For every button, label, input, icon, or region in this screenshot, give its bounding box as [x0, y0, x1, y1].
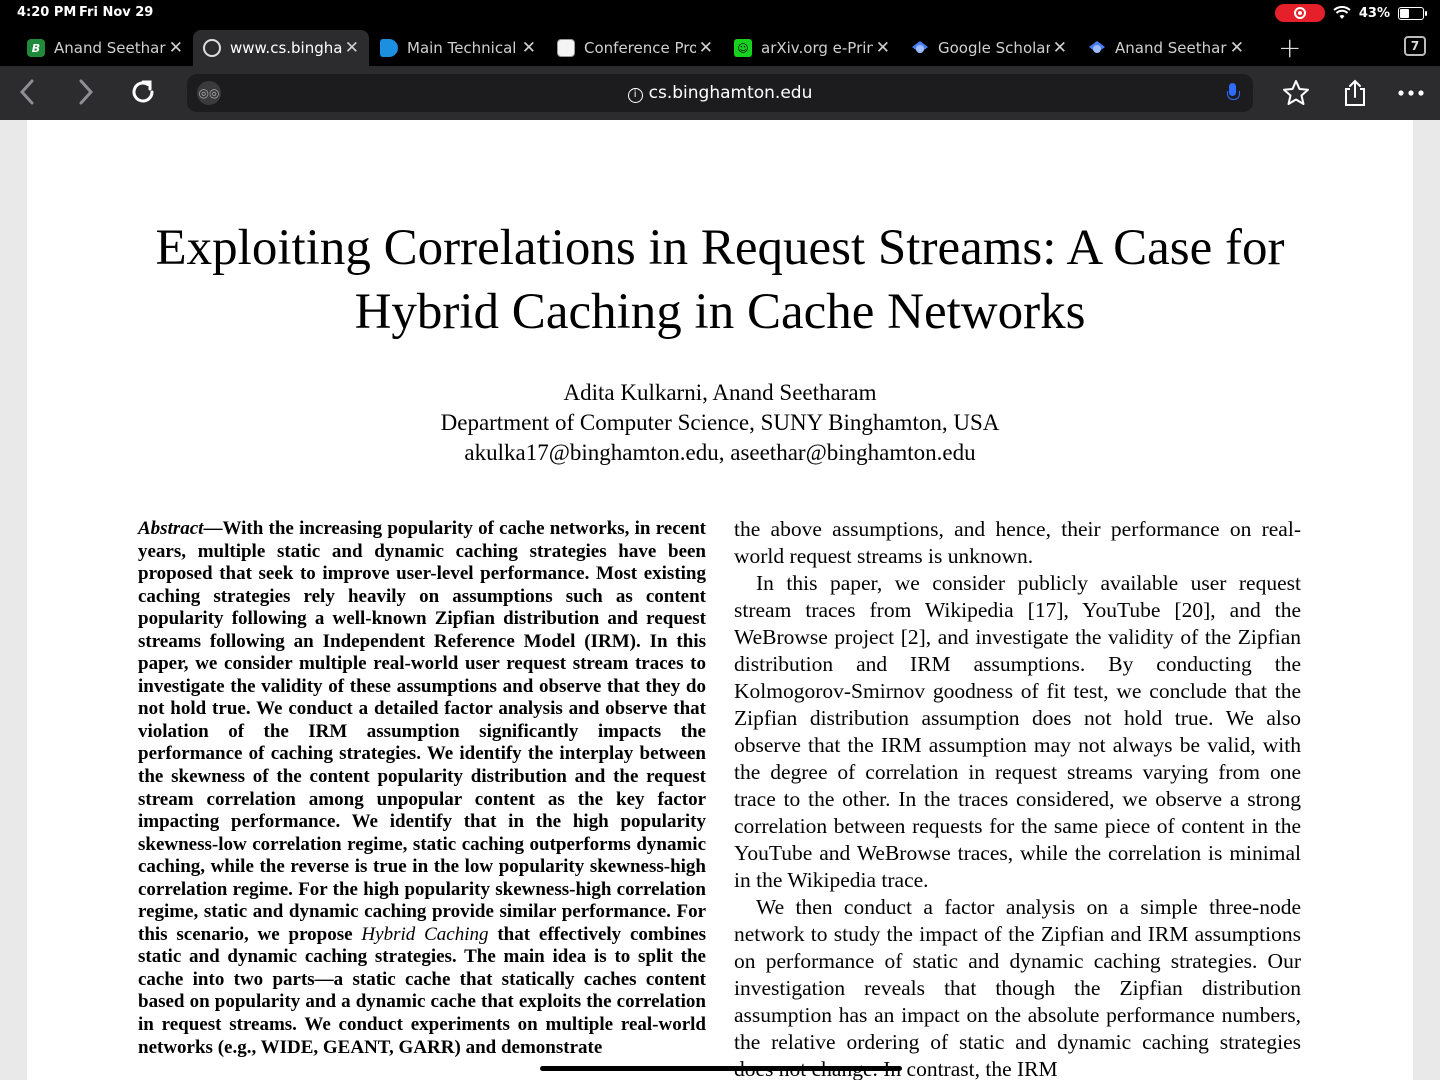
pdf-page: Exploiting Correlations in Request Strea… [27, 120, 1413, 1080]
tab-count-button[interactable]: 7 [1404, 36, 1426, 56]
tab-title: Anand Seetharam [54, 39, 166, 57]
globe-icon [203, 39, 221, 57]
tab-title: Anand Seetharam [1115, 39, 1227, 57]
browser-toolbar: ◎◎ i cs.binghamton.edu [0, 66, 1440, 120]
author-emails: akulka17@binghamton.edu, aseethar@bingha… [464, 440, 976, 465]
abstract-text: —With the increasing popularity of cache… [138, 518, 706, 945]
battery-fill [1400, 8, 1409, 18]
tab-google-scholar[interactable]: Google Scholar ✕ [901, 30, 1077, 66]
bookmark-star-button[interactable] [1281, 78, 1311, 108]
back-button[interactable] [13, 77, 43, 107]
tab-main-technical[interactable]: Main Technical Program ✕ [370, 30, 546, 66]
b-logo-icon: B [27, 39, 45, 57]
wifi-icon [1333, 6, 1351, 19]
paper-title: Exploiting Correlations in Request Strea… [155, 220, 1285, 340]
edge-icon [380, 39, 398, 57]
tab-title: www.cs.binghamton.edu [230, 39, 342, 57]
author-affiliation: Department of Computer Science, SUNY Bin… [440, 410, 1000, 435]
document-icon [557, 39, 575, 57]
tab-arxiv[interactable]: ☺ arXiv.org e-Print archive ✕ [724, 30, 900, 66]
scholar-icon [912, 41, 928, 53]
tab-title: arXiv.org e-Print archive [761, 39, 873, 57]
tab-cs-binghamton[interactable]: www.cs.binghamton.edu ✕ [193, 30, 369, 66]
arxiv-icon: ☺ [734, 39, 752, 57]
abstract: Abstract—With the increasing popularity … [138, 518, 706, 1059]
tab-title: Google Scholar [938, 39, 1050, 57]
address-bar[interactable]: ◎◎ i cs.binghamton.edu [187, 74, 1253, 112]
author-names: Adita Kulkarni, Anand Seetharam [563, 380, 877, 405]
url-display[interactable]: i cs.binghamton.edu [187, 83, 1253, 103]
status-indicators: 43% [1274, 4, 1427, 22]
status-bar: 4:20 PM Fri Nov 29 43% [0, 0, 1440, 26]
abstract-emphasis: Hybrid Caching [361, 923, 489, 945]
share-button[interactable] [1340, 78, 1370, 108]
more-options-button[interactable] [1396, 78, 1426, 108]
screen-recording-indicator[interactable] [1274, 4, 1325, 22]
forward-button[interactable] [70, 77, 100, 107]
paragraph: We then conduct a factor analysis on a s… [734, 895, 1301, 1080]
close-icon[interactable]: ✕ [1230, 38, 1244, 58]
battery-percent: 43% [1358, 5, 1390, 21]
reload-button[interactable] [128, 77, 158, 107]
page-viewport[interactable]: Exploiting Correlations in Request Strea… [0, 120, 1440, 1080]
tab-strip: B Anand Seetharam ✕ www.cs.binghamton.ed… [0, 28, 1440, 66]
abstract-label: Abstract [138, 518, 204, 539]
status-date: Fri Nov 29 [79, 5, 154, 20]
close-icon[interactable]: ✕ [1053, 38, 1067, 58]
close-icon[interactable]: ✕ [169, 38, 183, 58]
home-indicator[interactable] [540, 1066, 902, 1071]
paragraph: the above assumptions, and hence, their … [734, 517, 1301, 568]
battery-icon [1398, 6, 1427, 20]
status-time: 4:20 PM [17, 5, 77, 20]
record-icon [1293, 7, 1306, 19]
close-icon[interactable]: ✕ [876, 38, 890, 58]
url-text: cs.binghamton.edu [648, 83, 813, 103]
close-icon[interactable]: ✕ [522, 38, 536, 58]
close-icon[interactable]: ✕ [699, 38, 713, 58]
author-block: Adita Kulkarni, Anand Seetharam Departme… [27, 378, 1413, 468]
microphone-icon[interactable] [1227, 83, 1240, 103]
tab-title: Main Technical Program [407, 39, 519, 57]
close-icon[interactable]: ✕ [345, 38, 359, 58]
new-tab-button[interactable]: + [1278, 31, 1301, 64]
tab-title: Conference Program [584, 39, 696, 57]
paragraph: In this paper, we consider publicly avai… [734, 571, 1301, 892]
tab-anand-seetharam-scholar[interactable]: Anand Seetharam ✕ [1078, 30, 1254, 66]
tab-anand-seetharam[interactable]: B Anand Seetharam ✕ [17, 30, 193, 66]
info-icon[interactable]: i [627, 88, 643, 103]
tab-conference-program[interactable]: Conference Program ✕ [547, 30, 723, 66]
intro-column: the above assumptions, and hence, their … [734, 516, 1301, 1080]
scholar-icon [1089, 41, 1105, 53]
